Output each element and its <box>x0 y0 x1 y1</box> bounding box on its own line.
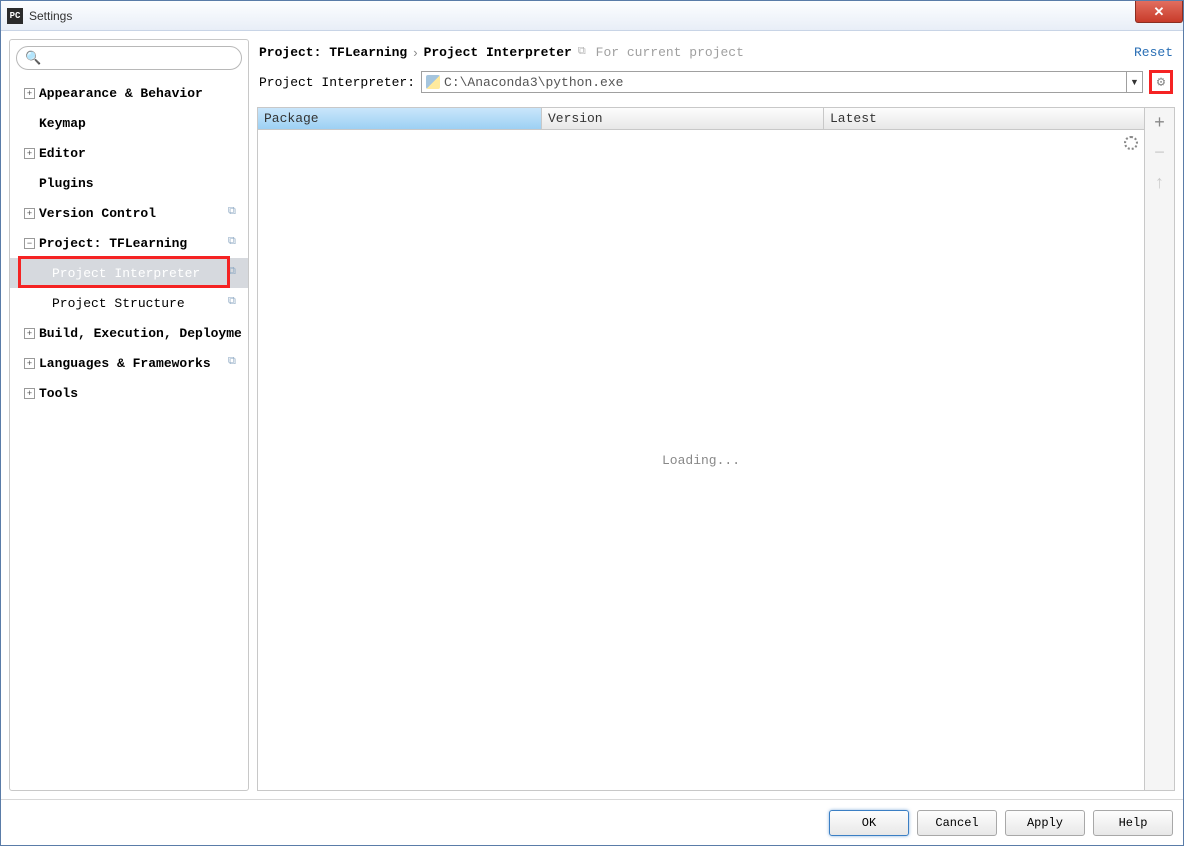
sidebar-item-project-structure[interactable]: Project Structure ⧉ <box>10 288 248 318</box>
python-icon <box>426 75 440 89</box>
sidebar-item-label: Build, Execution, Deployme <box>39 326 242 341</box>
breadcrumb: Project: TFLearning › Project Interprete… <box>257 39 1175 65</box>
interpreter-path: C:\Anaconda3\python.exe <box>444 75 623 90</box>
search-box[interactable]: 🔍 <box>16 46 242 70</box>
interpreter-row: Project Interpreter: C:\Anaconda3\python… <box>257 65 1175 99</box>
reset-link[interactable]: Reset <box>1134 45 1173 60</box>
modified-icon: ⧉ <box>228 266 242 280</box>
column-version[interactable]: Version <box>542 108 824 129</box>
content-area: 🔍 + Appearance & Behavior Keymap + Editor Plu… <box>1 31 1183 799</box>
sidebar-item-project-interpreter[interactable]: Project Interpreter ⧉ <box>10 258 248 288</box>
arrow-up-icon: ↑ <box>1155 172 1164 193</box>
plus-icon: + <box>1154 112 1165 133</box>
table-header: Package Version Latest <box>258 108 1144 130</box>
sidebar-item-editor[interactable]: + Editor <box>10 138 248 168</box>
sidebar-item-plugins[interactable]: Plugins <box>10 168 248 198</box>
modified-icon: ⧉ <box>228 356 242 370</box>
sidebar-item-label: Plugins <box>39 176 94 191</box>
breadcrumb-current: Project Interpreter <box>424 45 572 60</box>
sidebar-item-label: Project Structure <box>52 296 185 311</box>
interpreter-select[interactable]: C:\Anaconda3\python.exe ▼ <box>421 71 1143 93</box>
window-title: Settings <box>29 9 72 23</box>
packages-table-wrap: Package Version Latest Loading... + − ↑ <box>257 107 1175 791</box>
sidebar-item-appearance-behavior[interactable]: + Appearance & Behavior <box>10 78 248 108</box>
breadcrumb-hint: For current project <box>596 45 744 60</box>
dialog-footer: OK Cancel Apply Help <box>1 799 1183 845</box>
close-button[interactable]: ✕ <box>1135 1 1183 23</box>
main-panel: Project: TFLearning › Project Interprete… <box>257 39 1175 791</box>
chevron-right-icon: › <box>413 45 417 60</box>
ok-button[interactable]: OK <box>829 810 909 836</box>
column-latest[interactable]: Latest <box>824 108 1144 129</box>
remove-package-button[interactable]: − <box>1150 142 1170 162</box>
loading-text: Loading... <box>662 453 740 468</box>
search-input[interactable] <box>45 51 233 65</box>
sidebar-item-build-execution-deployme[interactable]: + Build, Execution, Deployme <box>10 318 248 348</box>
gear-button[interactable]: ⚙ <box>1149 70 1173 94</box>
settings-tree: + Appearance & Behavior Keymap + Editor Plugi… <box>10 76 248 790</box>
expand-icon <box>24 178 35 189</box>
sidebar-item-label: Editor <box>39 146 86 161</box>
cancel-button[interactable]: Cancel <box>917 810 997 836</box>
titlebar: PC Settings ✕ <box>1 1 1183 31</box>
table-toolbar: + − ↑ <box>1144 108 1174 790</box>
expand-icon[interactable]: + <box>24 148 35 159</box>
table-body: Loading... <box>258 130 1144 790</box>
help-button[interactable]: Help <box>1093 810 1173 836</box>
sidebar-item-keymap[interactable]: Keymap <box>10 108 248 138</box>
sidebar-item-label: Version Control <box>39 206 156 221</box>
close-icon: ✕ <box>1154 4 1165 20</box>
settings-window: PC Settings ✕ 🔍 + Appearance & Behavior Ke… <box>0 0 1184 846</box>
modified-icon: ⧉ <box>228 296 242 310</box>
sidebar-item-languages-frameworks[interactable]: + Languages & Frameworks ⧉ <box>10 348 248 378</box>
minus-icon: − <box>1154 142 1165 163</box>
app-icon: PC <box>7 8 23 24</box>
expand-icon[interactable]: + <box>24 88 35 99</box>
loading-spinner-icon <box>1124 136 1138 150</box>
expand-icon[interactable]: + <box>24 208 35 219</box>
interpreter-label: Project Interpreter: <box>259 75 415 90</box>
sidebar-item-label: Languages & Frameworks <box>39 356 211 371</box>
search-icon: 🔍 <box>25 51 41 66</box>
expand-icon <box>24 118 35 129</box>
sidebar-item-label: Appearance & Behavior <box>39 86 203 101</box>
chevron-down-icon[interactable]: ▼ <box>1126 72 1142 92</box>
add-package-button[interactable]: + <box>1150 112 1170 132</box>
modified-icon: ⧉ <box>228 236 242 250</box>
apply-button[interactable]: Apply <box>1005 810 1085 836</box>
sidebar-item-label: Project: TFLearning <box>39 236 187 251</box>
column-package[interactable]: Package <box>258 108 542 129</box>
sidebar-item-label: Tools <box>39 386 78 401</box>
breadcrumb-root: Project: TFLearning <box>259 45 407 60</box>
expand-icon[interactable]: + <box>24 328 35 339</box>
upgrade-package-button[interactable]: ↑ <box>1150 172 1170 192</box>
copy-icon: ⧉ <box>578 46 586 58</box>
modified-icon: ⧉ <box>228 206 242 220</box>
sidebar-item-label: Keymap <box>39 116 86 131</box>
expand-icon[interactable]: + <box>24 358 35 369</box>
sidebar-item-version-control[interactable]: + Version Control ⧉ <box>10 198 248 228</box>
sidebar-item-label: Project Interpreter <box>52 266 200 281</box>
packages-table: Package Version Latest Loading... <box>258 108 1144 790</box>
sidebar-item-tools[interactable]: + Tools <box>10 378 248 408</box>
sidebar: 🔍 + Appearance & Behavior Keymap + Editor Plu… <box>9 39 249 791</box>
collapse-icon[interactable]: − <box>24 238 35 249</box>
expand-icon[interactable]: + <box>24 388 35 399</box>
gear-icon: ⚙ <box>1157 74 1165 91</box>
sidebar-item-project-tflearning[interactable]: −Project: TFLearning ⧉ <box>10 228 248 258</box>
